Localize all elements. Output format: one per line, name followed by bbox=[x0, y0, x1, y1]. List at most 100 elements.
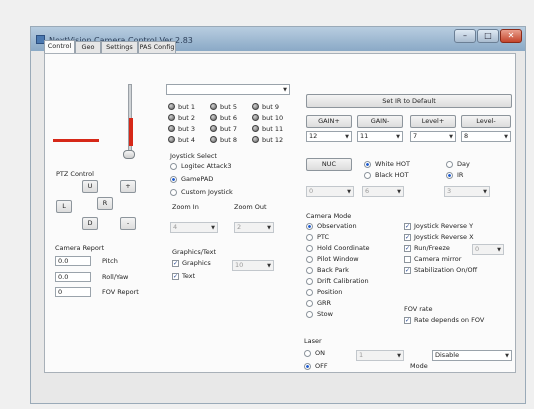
mode-observation-radio[interactable] bbox=[306, 223, 313, 230]
roll-yaw-value: 0.0 bbox=[55, 272, 91, 282]
but4-label[interactable]: but 4 bbox=[178, 136, 195, 144]
nuc-value: 0 bbox=[309, 187, 314, 195]
top-dropdown[interactable]: ▼ bbox=[166, 84, 290, 95]
joystick-logitec-radio[interactable] bbox=[170, 163, 177, 170]
joystick-gamepad-radio[interactable] bbox=[170, 176, 177, 183]
tab-settings[interactable]: Settings bbox=[101, 41, 138, 53]
black-hot-radio[interactable] bbox=[364, 172, 371, 179]
mode-ptc-radio[interactable] bbox=[306, 234, 313, 241]
but12-label[interactable]: but 12 bbox=[262, 136, 283, 144]
minimize-button[interactable]: – bbox=[454, 29, 476, 43]
gain-up-select[interactable]: 12 ▼ bbox=[306, 131, 352, 142]
but9-label[interactable]: but 9 bbox=[262, 103, 279, 111]
white-hot-radio[interactable] bbox=[364, 161, 371, 168]
joystick-reverse-x-checkbox[interactable]: ✓ bbox=[404, 234, 411, 241]
black-hot-label: Black HOT bbox=[375, 171, 409, 179]
zoom-plus-button[interactable]: + bbox=[120, 180, 136, 193]
mode-grr-radio[interactable] bbox=[306, 300, 313, 307]
joystick-reverse-y-checkbox[interactable]: ✓ bbox=[404, 223, 411, 230]
run-freeze-checkbox[interactable]: ✓ bbox=[404, 245, 411, 252]
run-freeze-label: Run/Freeze bbox=[414, 244, 450, 252]
close-button[interactable]: ✕ bbox=[500, 29, 522, 43]
joystick-logitec-label: Logitec Attack3 bbox=[181, 162, 232, 170]
mode-hold-coordinate-radio[interactable] bbox=[306, 245, 313, 252]
set-ir-default-button[interactable]: Set IR to Default bbox=[306, 94, 512, 108]
zoom-in-value: 4 bbox=[173, 223, 178, 231]
chevron-down-icon: ▼ bbox=[267, 225, 271, 231]
but10-label[interactable]: but 10 bbox=[262, 114, 283, 122]
hot-value-select[interactable]: 6 ▼ bbox=[362, 186, 404, 197]
maximize-button[interactable]: □ bbox=[477, 29, 499, 43]
mode-grr-label: GRR bbox=[317, 299, 332, 307]
but7-label[interactable]: but 7 bbox=[220, 125, 237, 133]
camera-mirror-label: Camera mirror bbox=[414, 255, 462, 263]
laser-on-radio[interactable] bbox=[304, 350, 311, 357]
gain-plus-button[interactable]: GAIN+ bbox=[306, 115, 352, 128]
tilt-slider-thumb[interactable] bbox=[123, 150, 135, 159]
laser-off-label: OFF bbox=[315, 362, 328, 370]
laser-value: 1 bbox=[359, 351, 364, 359]
gain-down-select[interactable]: 11 ▼ bbox=[357, 131, 403, 142]
ptz-right-button[interactable]: R bbox=[97, 197, 113, 210]
but8-label[interactable]: but 8 bbox=[220, 136, 237, 144]
ptz-up-button[interactable]: U bbox=[82, 180, 98, 193]
graphics-value-select[interactable]: 10 ▼ bbox=[232, 260, 274, 271]
but5-label[interactable]: but 5 bbox=[220, 103, 237, 111]
but12-indicator-icon bbox=[252, 136, 259, 143]
but1-label[interactable]: but 1 bbox=[178, 103, 195, 111]
mode-drift-calibration-label: Drift Calibration bbox=[317, 277, 369, 285]
mode-drift-calibration-radio[interactable] bbox=[306, 278, 313, 285]
graphics-checkbox[interactable]: ✓ bbox=[172, 260, 179, 267]
ptz-down-button[interactable]: D bbox=[82, 217, 98, 230]
but6-label[interactable]: but 6 bbox=[220, 114, 237, 122]
zoom-minus-button[interactable]: - bbox=[120, 217, 136, 230]
stabilization-checkbox[interactable]: ✓ bbox=[404, 267, 411, 274]
run-freeze-select[interactable]: 0 ▼ bbox=[472, 244, 504, 255]
level-plus-button[interactable]: Level+ bbox=[410, 115, 456, 128]
but3-label[interactable]: but 3 bbox=[178, 125, 195, 133]
mode-pilot-window-radio[interactable] bbox=[306, 256, 313, 263]
laser-off-radio[interactable] bbox=[304, 363, 311, 370]
but2-label[interactable]: but 2 bbox=[178, 114, 195, 122]
mode-back-park-radio[interactable] bbox=[306, 267, 313, 274]
tilt-slider-indicator bbox=[129, 118, 133, 146]
chevron-down-icon: ▼ bbox=[267, 263, 271, 269]
chevron-down-icon: ▼ bbox=[497, 247, 501, 253]
chevron-down-icon: ▼ bbox=[396, 134, 400, 140]
ptz-left-button[interactable]: L bbox=[56, 200, 72, 213]
tab-geo[interactable]: Geo bbox=[75, 41, 101, 53]
joystick-custom-radio[interactable] bbox=[170, 189, 177, 196]
level-down-select[interactable]: 8 ▼ bbox=[461, 131, 511, 142]
ir-value-select[interactable]: 3 ▼ bbox=[444, 186, 490, 197]
laser-mode-select[interactable]: Disable ▼ bbox=[432, 350, 512, 361]
ir-radio[interactable] bbox=[446, 172, 453, 179]
zoom-in-select[interactable]: 4 ▼ bbox=[170, 222, 218, 233]
camera-mirror-checkbox[interactable] bbox=[404, 256, 411, 263]
level-up-select[interactable]: 7 ▼ bbox=[410, 131, 456, 142]
nuc-button[interactable]: NUC bbox=[306, 158, 352, 171]
mode-stow-radio[interactable] bbox=[306, 311, 313, 318]
but11-label[interactable]: but 11 bbox=[262, 125, 283, 133]
gain-minus-button[interactable]: GAIN- bbox=[357, 115, 403, 128]
but4-indicator-icon bbox=[168, 136, 175, 143]
level-minus-button[interactable]: Level- bbox=[461, 115, 511, 128]
chevron-down-icon: ▼ bbox=[345, 134, 349, 140]
fov-rate-checkbox[interactable]: ✓ bbox=[404, 317, 411, 324]
zoom-out-select[interactable]: 2 ▼ bbox=[234, 222, 274, 233]
ir-value: 3 bbox=[447, 187, 452, 195]
but2-indicator-icon bbox=[168, 114, 175, 121]
fov-rate-title: FOV rate bbox=[404, 305, 433, 313]
mode-back-park-label: Back Park bbox=[317, 266, 349, 274]
nuc-value-select[interactable]: 0 ▼ bbox=[306, 186, 354, 197]
mode-position-radio[interactable] bbox=[306, 289, 313, 296]
hot-value: 6 bbox=[365, 187, 370, 195]
camera-report-title: Camera Report bbox=[55, 244, 105, 252]
day-radio[interactable] bbox=[446, 161, 453, 168]
mode-observation-label: Observation bbox=[317, 222, 357, 230]
tab-pas-config[interactable]: PAS Config bbox=[138, 41, 176, 53]
laser-value-select[interactable]: 1 ▼ bbox=[356, 350, 404, 361]
but11-indicator-icon bbox=[252, 125, 259, 132]
text-checkbox[interactable]: ✓ bbox=[172, 273, 179, 280]
graphics-value: 10 bbox=[235, 261, 244, 269]
tab-control[interactable]: Control bbox=[44, 40, 75, 53]
